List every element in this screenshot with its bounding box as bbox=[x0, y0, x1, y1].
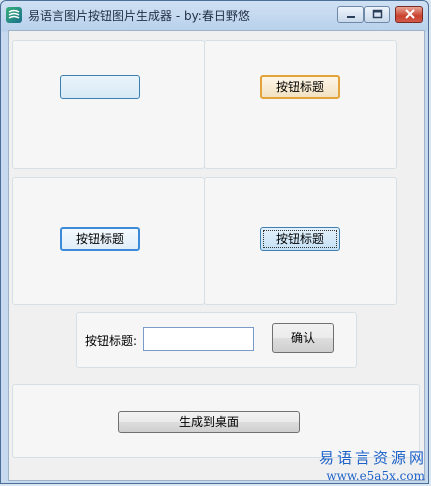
title-bar[interactable]: 易语言图片按钮图片生成器 - by:春日野悠 bbox=[1, 1, 428, 29]
minimize-button[interactable] bbox=[337, 6, 364, 23]
preview-panel-hover: 按钮标题 bbox=[204, 40, 397, 169]
generate-to-desktop-button[interactable]: 生成到桌面 bbox=[118, 411, 300, 433]
maximize-button[interactable] bbox=[364, 6, 390, 23]
caption-input[interactable] bbox=[143, 327, 254, 351]
window-title: 易语言图片按钮图片生成器 - by:春日野悠 bbox=[28, 9, 250, 23]
minimize-icon bbox=[347, 16, 355, 18]
caption-form-panel: 按钮标题: 确认 bbox=[76, 312, 357, 368]
app-window: 易语言图片按钮图片生成器 - by:春日野悠 按钮标题 按钮标题 按钮标题 按钮… bbox=[0, 0, 429, 484]
caption-label: 按钮标题: bbox=[85, 334, 138, 348]
confirm-button-label: 确认 bbox=[290, 331, 315, 345]
preview-panel-normal bbox=[12, 40, 205, 169]
close-button[interactable] bbox=[395, 6, 423, 23]
maximize-icon bbox=[372, 9, 383, 19]
preview-button-hover-label: 按钮标题 bbox=[275, 80, 324, 94]
watermark-url: www.e5a5x.com bbox=[326, 469, 425, 483]
preview-button-pressed-label: 按钮标题 bbox=[275, 232, 324, 246]
preview-panel-pressed: 按钮标题 bbox=[204, 177, 397, 305]
preview-button-hover[interactable]: 按钮标题 bbox=[260, 75, 340, 99]
preview-button-normal[interactable] bbox=[60, 75, 140, 99]
client-area: 按钮标题 按钮标题 按钮标题 按钮标题: 确认 生成到桌面 bbox=[8, 30, 425, 481]
confirm-button[interactable]: 确认 bbox=[272, 323, 334, 353]
generate-to-desktop-label: 生成到桌面 bbox=[178, 415, 239, 429]
watermark-brand: 易语言资源网 bbox=[318, 449, 427, 467]
app-icon bbox=[6, 7, 22, 23]
preview-button-pressed[interactable]: 按钮标题 bbox=[260, 227, 340, 251]
preview-panel-focus: 按钮标题 bbox=[12, 177, 205, 305]
preview-button-focus[interactable]: 按钮标题 bbox=[60, 227, 140, 251]
close-icon bbox=[405, 9, 415, 19]
preview-button-focus-label: 按钮标题 bbox=[75, 232, 124, 246]
